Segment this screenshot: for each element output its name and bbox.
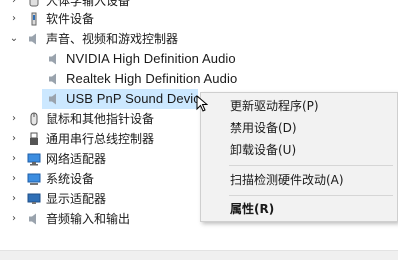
tree-item-usb-pnp-sound-device[interactable]: USB PnP Sound Device [0,89,207,109]
mouse-cursor-icon [196,95,208,112]
tree-item-label: 声音、视频和游戏控制器 [46,32,179,46]
speaker-icon [49,93,56,105]
menu-item-update-driver[interactable]: 更新驱动程序(P) [230,95,319,117]
menu-item-disable-device[interactable]: 禁用设备(D) [230,117,297,139]
tree-item-usb-controllers[interactable]: › 通用串行总线控制器 [0,129,200,149]
tree-item-system-devices[interactable]: › 系统设备 [0,169,200,189]
tree-item-sound-video-game-controllers[interactable]: ⌄ 声音、视频和游戏控制器 [0,29,398,49]
menu-separator [229,195,393,196]
display-adapter-icon [27,193,41,204]
chevron-right-icon[interactable]: › [9,149,19,169]
device-manager-window: { "tree": { "items": [ {"label": "人体学输入设… [0,0,398,260]
chevron-right-icon[interactable]: › [9,109,19,129]
network-adapter-icon [27,153,41,166]
tree-item-nvidia-audio[interactable]: NVIDIA High Definition Audio [0,49,398,69]
tree-item-software-devices[interactable]: › 软件设备 [0,9,398,29]
chevron-right-icon[interactable]: › [9,209,19,229]
tree-item-label: 网络适配器 [46,152,107,166]
speaker-icon [29,33,36,45]
tree-item-display-adapters[interactable]: › 显示适配器 [0,189,200,209]
tree-item-label: 显示适配器 [46,192,107,206]
tree-item-label: 软件设备 [46,12,95,26]
tree-item-network-adapters[interactable]: › 网络适配器 [0,149,200,169]
hid-device-icon [29,0,39,7]
tree-item-label: Realtek High Definition Audio [66,71,238,86]
menu-item-uninstall-device[interactable]: 卸载设备(U) [230,139,296,161]
tree-item-label: 系统设备 [46,172,95,186]
speaker-icon [49,73,56,85]
chevron-right-icon[interactable]: › [9,169,19,189]
context-menu: 更新驱动程序(P) 禁用设备(D) 卸载设备(U) 扫描检测硬件改动(A) 属性… [200,92,398,222]
tree-item-label: 通用串行总线控制器 [46,132,155,146]
tree-item-label: NVIDIA High Definition Audio [66,51,236,66]
chevron-down-icon[interactable]: ⌄ [9,29,19,49]
chevron-right-icon[interactable]: › [9,129,19,149]
mouse-icon [30,112,38,126]
tree-item-label: 音频输入和输出 [46,212,131,226]
speaker-icon [49,53,56,65]
menu-separator [229,165,393,166]
chevron-right-icon[interactable]: › [9,9,19,29]
speaker-icon [29,213,36,225]
system-device-icon [27,173,41,185]
tree-item-realtek-audio[interactable]: Realtek High Definition Audio [0,69,398,89]
software-device-icon [31,12,37,26]
tree-item-label: USB PnP Sound Device [66,91,208,106]
usb-icon [30,132,38,145]
tree-item-label: 鼠标和其他指针设备 [46,112,155,126]
chevron-right-icon[interactable]: › [9,189,19,209]
menu-item-scan-hardware-changes[interactable]: 扫描检测硬件改动(A) [230,169,344,191]
menu-item-properties[interactable]: 属性(R) [230,198,274,220]
tree-item-mice[interactable]: › 鼠标和其他指针设备 [0,109,200,129]
